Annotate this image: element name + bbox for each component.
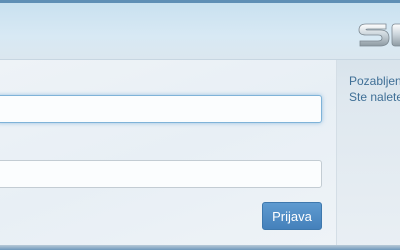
brand-logo-icon (358, 23, 400, 47)
login-screen: Prijava Pozabljen Ste nalete (0, 0, 400, 250)
password-field[interactable] (0, 160, 322, 188)
help-text: Ste nalete (349, 90, 400, 104)
forgot-password-text[interactable]: Pozabljen (349, 73, 400, 89)
login-button[interactable]: Prijava (262, 202, 322, 230)
bottom-border (0, 245, 400, 250)
header-bar (0, 3, 400, 60)
side-message: Pozabljen Ste nalete (349, 73, 400, 105)
username-field[interactable] (0, 95, 322, 123)
